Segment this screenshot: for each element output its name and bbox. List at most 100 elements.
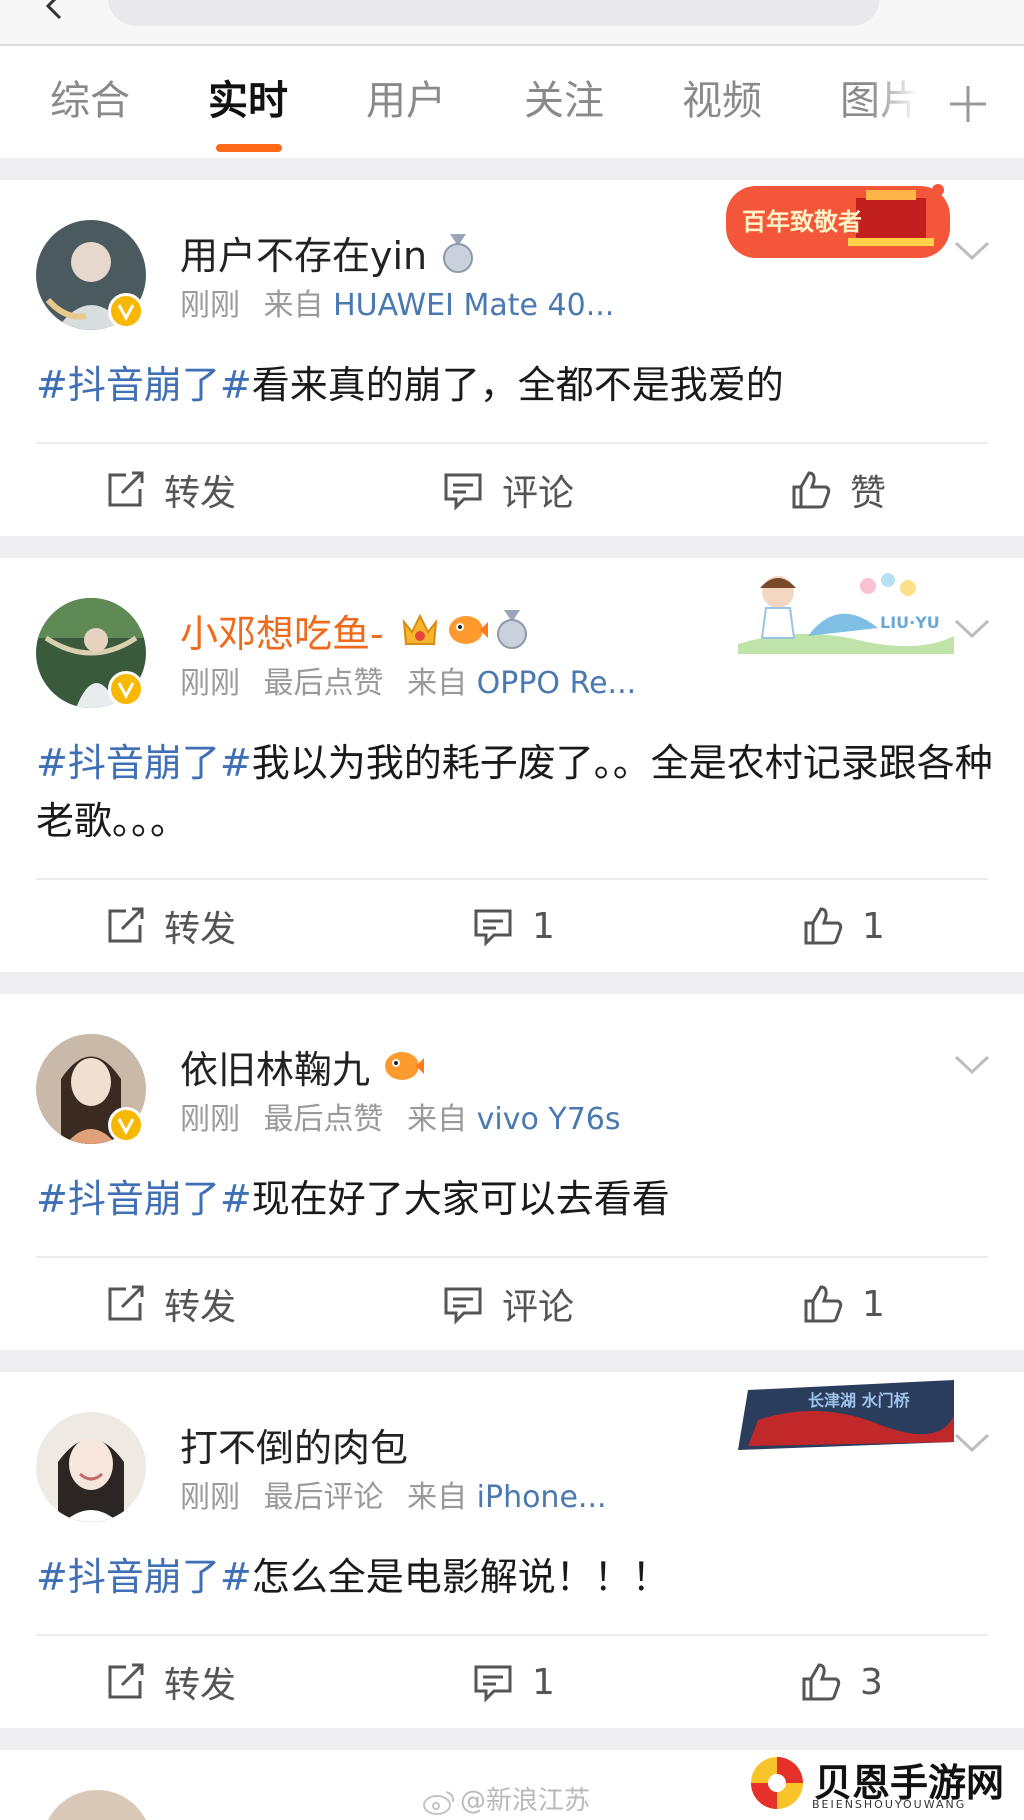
medal-icon <box>497 610 527 649</box>
search-input[interactable] <box>108 0 880 26</box>
chevron-down-icon[interactable] <box>952 616 992 642</box>
thumbs-up-icon <box>804 1285 843 1323</box>
username[interactable]: 用户不存在yin <box>180 232 427 280</box>
post-body: 怎么全是电影解说！！！ <box>251 1555 670 1599</box>
verified-badge-icon <box>108 1107 144 1143</box>
tab-comprehensive[interactable]: 综合 <box>50 76 130 126</box>
fish-emoji-icon <box>449 616 488 644</box>
repost-button[interactable]: 转发 <box>104 466 236 514</box>
active-tab-indicator <box>216 144 282 152</box>
weibo-logo-icon <box>423 1790 455 1815</box>
plus-icon[interactable] <box>948 84 988 124</box>
divider <box>36 878 988 880</box>
repost-label: 转发 <box>164 1287 237 1328</box>
tab-users[interactable]: 用户 <box>366 76 446 126</box>
search-tabs: 综合 实时 用户 关注 视频 图片 <box>0 46 1024 158</box>
comment-label: 评论 <box>502 473 575 514</box>
comment-icon <box>474 1665 512 1703</box>
avatar[interactable] <box>36 1412 146 1522</box>
avatar[interactable] <box>42 1790 152 1820</box>
hashtag[interactable]: #抖音崩了# <box>36 1555 252 1599</box>
decoration-banner: LIU·YU <box>738 566 954 654</box>
thumbs-up-icon <box>804 907 843 945</box>
comment-icon <box>474 909 512 947</box>
post-time: 刚刚 <box>180 1480 240 1515</box>
repost-button[interactable]: 转发 <box>104 1658 236 1706</box>
username[interactable]: 依旧林鞠九 <box>180 1046 370 1094</box>
post-source[interactable]: iPhone... <box>477 1480 607 1515</box>
divider <box>36 1634 988 1636</box>
post-time: 刚刚 <box>180 1102 240 1137</box>
chevron-down-icon[interactable] <box>952 1052 992 1078</box>
comment-button[interactable]: 1 <box>472 1658 555 1706</box>
repost-icon <box>108 907 144 943</box>
comment-icon <box>444 1287 482 1325</box>
banner-text: 长津湖 水门桥 <box>808 1391 911 1410</box>
tab-following[interactable]: 关注 <box>524 76 604 126</box>
banner-text: LIU·YU <box>880 613 940 632</box>
chevron-down-icon[interactable] <box>952 238 992 264</box>
repost-button[interactable]: 转发 <box>104 902 236 950</box>
feed-card[interactable]: 用户不存在yin 刚刚 来自 HUAWEI Mate 40... 百年致敬者 #… <box>0 180 1024 536</box>
repost-icon <box>108 1663 144 1699</box>
feed-separator <box>0 158 1024 180</box>
thumbs-up-icon <box>802 1663 841 1701</box>
like-count: 1 <box>862 1283 885 1325</box>
feed-separator <box>0 536 1024 558</box>
comment-count: 1 <box>532 905 555 947</box>
comment-label: 评论 <box>502 1287 575 1328</box>
post-source[interactable]: vivo Y76s <box>477 1102 621 1137</box>
search-header <box>0 0 1024 46</box>
post-time: 刚刚 <box>180 288 240 323</box>
watermark-text: @新浪江苏 <box>460 1786 591 1816</box>
comment-button[interactable]: 1 <box>472 902 555 950</box>
verified-badge-icon <box>108 293 144 329</box>
feed-card[interactable]: 打不倒的肉包 刚刚 最后评论 来自 iPhone... 长津湖 水门桥 #抖音崩… <box>0 1372 1024 1728</box>
comment-button[interactable]: 评论 <box>442 466 574 514</box>
like-button[interactable]: 3 <box>800 1658 883 1706</box>
decoration-banner: 百年致敬者 <box>706 180 954 266</box>
post-source[interactable]: OPPO Re... <box>477 666 637 701</box>
repost-icon <box>108 471 144 507</box>
site-logo-icon <box>751 1757 803 1809</box>
post-meta: 刚刚 最后点赞 来自 vivo Y76s <box>180 1100 621 1140</box>
post-text: #抖音崩了#我以为我的耗子废了。。全是农村记录跟各种老歌。。。 <box>36 734 996 850</box>
tab-realtime[interactable]: 实时 <box>208 76 288 126</box>
username[interactable]: 小邓想吃鱼- <box>180 610 384 658</box>
chevron-down-icon[interactable] <box>952 1430 992 1456</box>
site-pinyin: BEIENSHOUYOUWANG <box>812 1798 967 1811</box>
post-meta: 刚刚 来自 HUAWEI Mate 40... <box>180 286 614 326</box>
post-text: #抖音崩了#现在好了大家可以去看看 <box>36 1170 996 1228</box>
repost-button[interactable]: 转发 <box>104 1280 236 1328</box>
hashtag[interactable]: #抖音崩了# <box>36 363 252 407</box>
comment-icon <box>444 473 482 511</box>
post-source[interactable]: HUAWEI Mate 40... <box>333 288 614 323</box>
like-button[interactable]: 1 <box>802 1280 885 1328</box>
meta-extra: 最后点赞 <box>263 666 384 701</box>
verified-badge-icon <box>108 671 144 707</box>
comment-button[interactable]: 评论 <box>442 1280 574 1328</box>
back-arrow-icon[interactable] <box>40 0 70 24</box>
feed-card[interactable]: 小邓想吃鱼- 刚刚 最后点赞 来自 OPPO Re... LIU·YU #抖音崩… <box>0 558 1024 972</box>
post-text: #抖音崩了#看来真的崩了，全都不是我爱的 <box>36 356 996 414</box>
fish-emoji-icon <box>385 1052 424 1080</box>
like-count: 1 <box>862 905 885 947</box>
like-button[interactable]: 1 <box>802 902 885 950</box>
divider <box>36 442 988 444</box>
post-body: 看来真的崩了，全都不是我爱的 <box>251 363 784 407</box>
like-button[interactable]: 赞 <box>790 466 886 514</box>
post-time: 刚刚 <box>180 666 240 701</box>
medal-icon <box>443 234 473 273</box>
post-meta: 刚刚 最后点赞 来自 OPPO Re... <box>180 664 636 704</box>
source-prefix: 来自 <box>407 1480 468 1515</box>
source-prefix: 来自 <box>407 1102 468 1137</box>
hashtag[interactable]: #抖音崩了# <box>36 741 252 785</box>
tab-videos[interactable]: 视频 <box>682 76 762 126</box>
hashtag[interactable]: #抖音崩了# <box>36 1177 252 1221</box>
username[interactable]: 打不倒的肉包 <box>180 1424 408 1472</box>
weibo-watermark: @新浪江苏 <box>422 1780 590 1817</box>
source-prefix: 来自 <box>407 666 468 701</box>
post-text: #抖音崩了#怎么全是电影解说！！！ <box>36 1548 996 1606</box>
feed-card[interactable]: 依旧林鞠九 刚刚 最后点赞 来自 vivo Y76s #抖音崩了#现在好了大家可… <box>0 994 1024 1350</box>
post-body: 现在好了大家可以去看看 <box>251 1177 670 1221</box>
